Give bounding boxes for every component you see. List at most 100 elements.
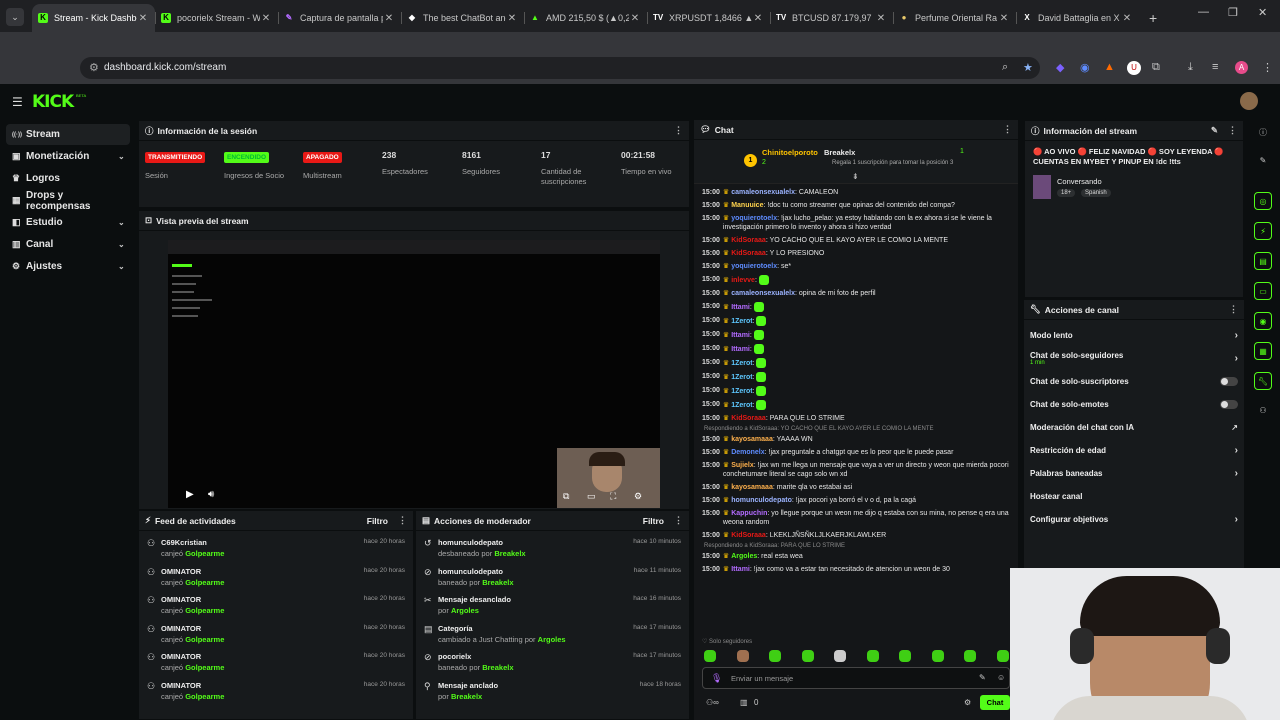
rail-icon[interactable]: ◎ — [1254, 192, 1272, 210]
feed-item[interactable]: ⚇ OMINATOR canjeó Golpearme hace 20 horas — [139, 678, 413, 707]
feed-user[interactable]: OMINATOR — [161, 595, 364, 604]
info-icon[interactable]: ⓘ — [1254, 124, 1272, 142]
emote-icon[interactable] — [736, 650, 749, 662]
emote-icon[interactable] — [769, 650, 782, 662]
mod-action-item[interactable]: ⊘ homunculodepato baneado por Breakelx hace… — [416, 564, 689, 593]
feed-item[interactable]: ⚇ OMINATOR canjeó Golpearme hace 20 horas — [139, 649, 413, 678]
user-avatar[interactable] — [1240, 92, 1258, 110]
browser-tab[interactable]: ● Perfume Oriental Ra ✕ — [893, 4, 1016, 32]
fullscreen-icon[interactable]: ⛶ — [610, 491, 616, 502]
browser-tab[interactable]: TV BTCUSD 87.179,97 ▲ ✕ — [770, 4, 893, 32]
chat-username[interactable]: inlevve — [731, 277, 755, 284]
chat-message[interactable]: 15:00 ♛ 1Zerot: — [694, 314, 1018, 328]
browser-tab[interactable]: K Stream - Kick Dashbo ✕ — [32, 4, 155, 32]
chat-username[interactable]: Manuuice — [731, 202, 763, 209]
rail-icon[interactable]: 🔧︎ — [1254, 372, 1272, 390]
chat-username[interactable]: Kappuchin — [731, 510, 767, 517]
chat-message[interactable]: 15:00 ♛ KidSoraaa: LKEKLJÑSÑKLJLKAERJKLAWL… — [694, 529, 1018, 542]
chat-message[interactable]: 15:00 ♛ KidSoraaa: YO CACHO QUE EL KAYO AY… — [694, 234, 1018, 247]
mic-icon[interactable]: 🎙︎ — [711, 673, 722, 684]
extension-icon[interactable]: U — [1127, 61, 1141, 75]
play-icon[interactable]: ▶ — [186, 489, 194, 500]
chat-username[interactable]: Demonelx — [731, 449, 764, 456]
rail-icon[interactable]: ▤ — [1254, 252, 1272, 270]
chat-message[interactable]: 15:00 ♛ homunculodepato: !jax pocori ya bo… — [694, 494, 1018, 507]
close-tab-icon[interactable]: ✕ — [383, 13, 395, 24]
channel-action-configurar-objetivos[interactable]: Configurar objetivos › — [1024, 508, 1244, 531]
feed-user[interactable]: OMINATOR — [161, 652, 364, 661]
rail-icon[interactable]: ▦ — [1254, 342, 1272, 360]
chat-message[interactable]: 15:00 ♛ Ittami: !jax como va a estar tan n… — [694, 563, 1018, 576]
emote-bar[interactable] — [704, 650, 1009, 664]
mod-action-item[interactable]: ⊘ pocorielx baneado por Breakelx hace 17 mi… — [416, 649, 689, 678]
sub-gift-leaderboard[interactable]: 1 Chinitoelporoto 2 Breakelx 1 Regala 1 … — [694, 140, 1018, 184]
chat-username[interactable]: 1Zerot — [731, 402, 752, 409]
browser-tab[interactable]: ✎ Captura de pantalla p ✕ — [278, 4, 401, 32]
channel-action-modo-lento[interactable]: Modo lento › — [1024, 324, 1244, 347]
browser-tab[interactable]: TV XRPUSDT 1,8466 ▲ ✕ — [647, 4, 770, 32]
rail-icon[interactable]: ▭ — [1254, 282, 1272, 300]
chat-username[interactable]: Ittami — [731, 566, 750, 573]
points-icon[interactable]: ▥ — [740, 698, 748, 707]
kebab-menu-icon[interactable]: ⋮ — [674, 125, 683, 136]
channel-action-palabras-baneadas[interactable]: Palabras baneadas › — [1024, 462, 1244, 485]
chat-message[interactable]: 15:00 ♛ yoquierotoelx: se* — [694, 260, 1018, 273]
mod-action-target[interactable]: Breakelx — [494, 549, 525, 558]
theater-icon[interactable]: ▭ — [587, 491, 596, 502]
channel-action-moderación-del-chat-con-ia[interactable]: Moderación del chat con IA ↗ — [1024, 416, 1244, 439]
sidebar-item-monetización[interactable]: ▣ Monetización ⌄ — [6, 146, 130, 167]
emote-icon[interactable] — [899, 650, 912, 662]
chat-username[interactable]: 1Zerot — [731, 318, 752, 325]
chat-username[interactable]: kayosamaaa — [731, 436, 773, 443]
chat-message[interactable]: 15:00 ♛ KidSoraaa: PARA QUE LO STRIME — [694, 412, 1018, 425]
chat-message[interactable]: 15:00 ♛ kayosamaaa: marite qla vo estabai … — [694, 481, 1018, 494]
extensions-puzzle-icon[interactable]: ⧉ — [1152, 61, 1160, 74]
feed-item[interactable]: ⚇ OMINATOR canjeó Golpearme hace 20 horas — [139, 592, 413, 621]
feed-user[interactable]: C69Kcristian — [161, 538, 364, 547]
feed-user[interactable]: OMINATOR — [161, 681, 364, 690]
chat-message[interactable]: 15:00 ♛ Ittami: — [694, 328, 1018, 342]
profile-avatar[interactable]: A — [1235, 61, 1248, 74]
chat-username[interactable]: homunculodepato — [731, 497, 792, 504]
browser-tab[interactable]: Kpocorielx Stream - W ✕ — [155, 4, 278, 32]
url-field[interactable]: dashboard.kick.com/stream — [80, 57, 1040, 79]
mod-action-target[interactable]: Breakelx — [482, 578, 513, 587]
extension-icon[interactable]: ◆ — [1056, 61, 1064, 74]
close-tab-icon[interactable]: ✕ — [506, 13, 518, 24]
users-icon[interactable]: ⚇∞ — [706, 698, 719, 707]
kebab-menu-icon[interactable]: ⋮ — [674, 515, 683, 526]
mod-action-item[interactable]: ▤ Categoría cambiado a Just Chatting por A… — [416, 621, 689, 650]
translate-icon[interactable]: ✎ — [979, 673, 986, 682]
channel-action-chat-de-solo-seguidores[interactable]: Chat de solo-seguidores 1 min › — [1024, 347, 1244, 370]
feed-item[interactable]: ⚇ OMINATOR canjeó Golpearme hace 20 horas — [139, 564, 413, 593]
emote-icon[interactable] — [834, 650, 847, 662]
emote-icon[interactable] — [866, 650, 879, 662]
chat-message[interactable]: 15:00 ♛ Demonelx: !jax preguntale a chatgp… — [694, 446, 1018, 459]
channel-action-chat-de-solo-suscriptores[interactable]: Chat de solo-suscriptores — [1024, 370, 1244, 393]
chat-message[interactable]: 15:00 ♛ kayosamaaa: YAAAA WN — [694, 433, 1018, 446]
emote-icon[interactable] — [704, 650, 716, 662]
mod-action-item[interactable]: ⚲ Mensaje anclado por Breakelx hace 18 hora… — [416, 678, 689, 707]
kebab-menu-icon[interactable]: ⋮ — [398, 515, 407, 526]
kick-logo[interactable]: KICK — [32, 92, 74, 112]
new-tab-button[interactable]: + — [1139, 10, 1167, 32]
emote-icon[interactable] — [931, 650, 944, 662]
chat-username[interactable]: camaleonsexualelx — [731, 290, 795, 297]
pip-icon[interactable]: ⧉ — [563, 491, 569, 502]
close-tab-icon[interactable]: ✕ — [1121, 13, 1133, 24]
chat-username[interactable]: kayosamaaa — [731, 484, 773, 491]
feed-item[interactable]: ⚇ C69Kcristian canjeó Golpearme hace 20 hor… — [139, 535, 413, 564]
emoji-icon[interactable]: ☺ — [997, 673, 1005, 682]
chat-message[interactable]: 15:00 ♛ Ittami: — [694, 300, 1018, 314]
close-tab-icon[interactable]: ✕ — [752, 13, 764, 24]
chat-message[interactable]: 15:00 ♛ 1Zerot: — [694, 398, 1018, 412]
chat-username[interactable]: camaleonsexualelx — [731, 189, 795, 196]
kebab-menu-icon[interactable]: ⋮ — [1229, 304, 1238, 315]
mod-action-target[interactable]: Argoles — [451, 606, 479, 615]
media-icon[interactable]: ≡ — [1212, 61, 1218, 73]
chat-username[interactable]: Argoles — [731, 553, 757, 560]
mod-action-target[interactable]: Breakelx — [451, 692, 482, 701]
mod-action-item[interactable]: ↺ homunculodepato desbaneado por Breakelx h… — [416, 535, 689, 564]
tab-search-icon[interactable]: ⌄ — [6, 8, 24, 26]
sidebar-item-stream[interactable]: ((·)) Stream — [6, 124, 130, 145]
